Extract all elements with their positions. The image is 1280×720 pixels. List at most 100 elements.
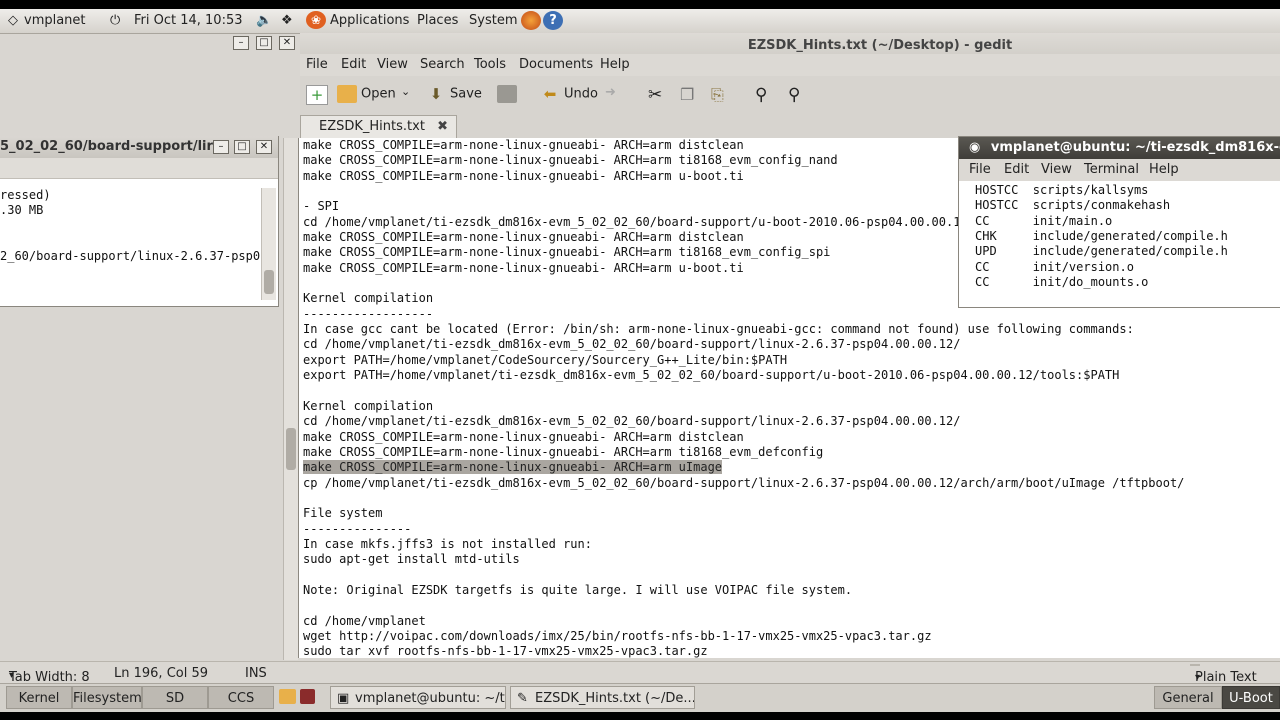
menu-edit[interactable]: Edit	[341, 57, 366, 72]
ubuntu-logo-icon[interactable]: ❀	[306, 11, 326, 29]
terminal-task-icon: ▣	[337, 691, 350, 706]
term-menu-terminal[interactable]: Terminal	[1084, 162, 1139, 177]
editor-line: Kernel compilation	[303, 398, 434, 413]
power-icon[interactable]: ⏻	[110, 13, 120, 28]
editor-line: - SPI	[303, 199, 340, 214]
editor-line: make CROSS_COMPILE=arm-none-linux-gnueab…	[303, 245, 831, 260]
clock[interactable]: Fri Oct 14, 10:53	[134, 13, 243, 28]
new-document-icon[interactable]: +	[306, 85, 332, 105]
menu-help[interactable]: Help	[600, 57, 630, 72]
editor-line: sudo tar xvf rootfs-nfs-bb-1-17-vmx25-vm…	[303, 644, 708, 658]
user-name[interactable]: vmplanet	[24, 13, 86, 28]
terminal-line: HOSTCC scripts/kallsyms	[975, 183, 1149, 197]
trash-icon[interactable]	[300, 689, 315, 704]
insert-mode: INS	[245, 666, 267, 681]
editor-line: export PATH=/home/vmplanet/ti-ezsdk_dm81…	[303, 368, 1120, 383]
terminal-line: CC init/do_mounts.o	[975, 275, 1149, 290]
gedit-task-icon: ✎	[517, 691, 528, 706]
left-close-button[interactable]: ✕	[256, 140, 272, 154]
tab-ezsdk-hints[interactable]: EZSDK_Hints.txt ✖	[300, 115, 457, 138]
menu-view[interactable]: View	[377, 57, 408, 72]
cut-icon[interactable]: ✂	[648, 85, 662, 105]
term-menu-file[interactable]: File	[969, 162, 991, 177]
editor-line: make CROSS_COMPILE=arm-none-linux-gnueab…	[303, 260, 744, 275]
term-menu-edit[interactable]: Edit	[1004, 162, 1029, 177]
term-menu-view[interactable]: View	[1041, 162, 1072, 177]
workspace-sd[interactable]: SD	[142, 686, 208, 709]
undo-button[interactable]: ⬅ Undo	[540, 85, 598, 103]
editor-line: Note: Original EZSDK targetfs is quite l…	[303, 582, 853, 597]
terminal-line: CC init/main.o	[975, 213, 1113, 228]
editor-line: In case mkfs.jffs3 is not installed run:	[303, 536, 592, 551]
terminal-line: CC init/version.o	[975, 259, 1134, 274]
workspace-filesystem[interactable]: Filesystem	[72, 686, 142, 709]
print-icon[interactable]	[497, 85, 521, 103]
menu-search[interactable]: Search	[420, 57, 465, 72]
language-selector[interactable]: Plain Text ▾	[1190, 664, 1257, 685]
document-tabbar: EZSDK_Hints.txt ✖	[300, 114, 1280, 138]
terminal-line: UPD include/generated/compile.h	[975, 244, 1228, 259]
terminal-output[interactable]: HOSTCC scripts/kallsyms HOSTCC scripts/c…	[975, 183, 1228, 290]
left-window[interactable]: 5_02_02_60/board-support/lir – □ ✕ resse…	[0, 136, 279, 307]
editor-line: make CROSS_COMPILE=arm-none-linux-gnueab…	[303, 168, 744, 183]
cursor-position: Ln 196, Col 59	[114, 666, 209, 681]
workspace-kernel[interactable]: Kernel	[6, 686, 72, 709]
open-dropdown-icon[interactable]: ⌄	[401, 85, 410, 98]
scrollbar-thumb[interactable]	[286, 428, 296, 470]
tab-label: EZSDK_Hints.txt	[319, 119, 425, 134]
menu-applications[interactable]: Applications	[330, 13, 409, 28]
find-icon[interactable]: ⚲	[755, 85, 767, 105]
top-panel: ◇ vmplanet ⏻ Fri Oct 14, 10:53 🔈 ❖ ❀ App…	[0, 9, 1280, 34]
save-button[interactable]: ⬇ Save	[426, 85, 482, 103]
editor-line: ------------------	[303, 306, 434, 321]
gedit-toolbar: + Open ⌄ ⬇ Save ⬅ Undo ➜ ✂ ❐ ⎘ ⚲ ⚲	[300, 76, 1280, 117]
gedit-menubar: File Edit View Search Tools Documents He…	[300, 54, 1280, 76]
menu-system[interactable]: System	[469, 13, 517, 28]
workspace-general[interactable]: General	[1154, 686, 1222, 709]
firefox-icon[interactable]	[521, 11, 541, 30]
menu-file[interactable]: File	[306, 57, 328, 72]
show-desktop-icon[interactable]	[279, 689, 296, 704]
editor-line: cd /home/vmplanet/ti-ezsdk_dm816x-evm_5_…	[303, 214, 975, 229]
left-window-scrollbar[interactable]	[261, 188, 276, 300]
copy-icon[interactable]: ❐	[680, 85, 694, 104]
workspace-u-boot[interactable]: U-Boot	[1222, 686, 1280, 709]
left-maximize-button[interactable]: □	[234, 140, 250, 154]
chevron-down-icon: ▾	[9, 670, 15, 681]
editor-line: wget http://voipac.com/downloads/imx/25/…	[303, 629, 932, 643]
redo-icon[interactable]: ➜	[605, 85, 616, 100]
editor-line: cp /home/vmplanet/ti-ezsdk_dm816x-evm_5_…	[303, 475, 1185, 490]
folder-icon	[337, 85, 357, 103]
menu-documents[interactable]: Documents	[519, 57, 593, 72]
gedit-window-title: EZSDK_Hints.txt (~/Desktop) - gedit	[747, 38, 1013, 53]
terminal-line: HOSTCC scripts/conmakehash	[975, 198, 1171, 213]
left-window-content: ressed) .30 MB 2_60/board-support/linux-…	[0, 188, 260, 265]
user-icon: ◇	[8, 13, 18, 28]
editor-line: File system	[303, 506, 383, 521]
maximize-button[interactable]: □	[256, 36, 272, 50]
volume-icon[interactable]: 🔈	[256, 13, 272, 28]
task-gedit[interactable]: ✎ EZSDK_Hints.txt (~/De...	[510, 686, 695, 709]
tab-close-icon[interactable]: ✖	[437, 119, 448, 134]
network-icon[interactable]: ❖	[281, 13, 293, 28]
menu-tools[interactable]: Tools	[474, 57, 506, 72]
workspace-ccs[interactable]: CCS	[208, 686, 274, 709]
left-minimize-button[interactable]: –	[213, 140, 229, 154]
task-terminal[interactable]: ▣ vmplanet@ubuntu: ~/t...	[330, 686, 506, 709]
undo-icon: ⬅	[543, 85, 557, 103]
help-icon[interactable]: ?	[543, 11, 563, 30]
editor-left-scrollbar[interactable]	[283, 138, 298, 660]
menu-places[interactable]: Places	[417, 13, 458, 28]
open-button[interactable]: Open	[337, 85, 396, 103]
editor-line: export PATH=/home/vmplanet/CodeSourcery/…	[303, 352, 788, 367]
find-replace-icon[interactable]: ⚲	[788, 85, 800, 105]
terminal-menubar: File Edit View Terminal Help	[959, 159, 1280, 181]
minimize-button[interactable]: –	[233, 36, 249, 50]
terminal-title[interactable]: ◉ vmplanet@ubuntu: ~/ti-ezsdk_dm816x-evm	[959, 137, 1280, 159]
paste-icon[interactable]: ⎘	[711, 85, 724, 105]
terminal-window[interactable]: ◉ vmplanet@ubuntu: ~/ti-ezsdk_dm816x-evm…	[958, 136, 1280, 308]
editor-line: Kernel compilation	[303, 291, 434, 306]
close-button[interactable]: ✕	[279, 36, 295, 50]
left-scrollbar-thumb[interactable]	[264, 270, 274, 294]
term-menu-help[interactable]: Help	[1149, 162, 1179, 177]
